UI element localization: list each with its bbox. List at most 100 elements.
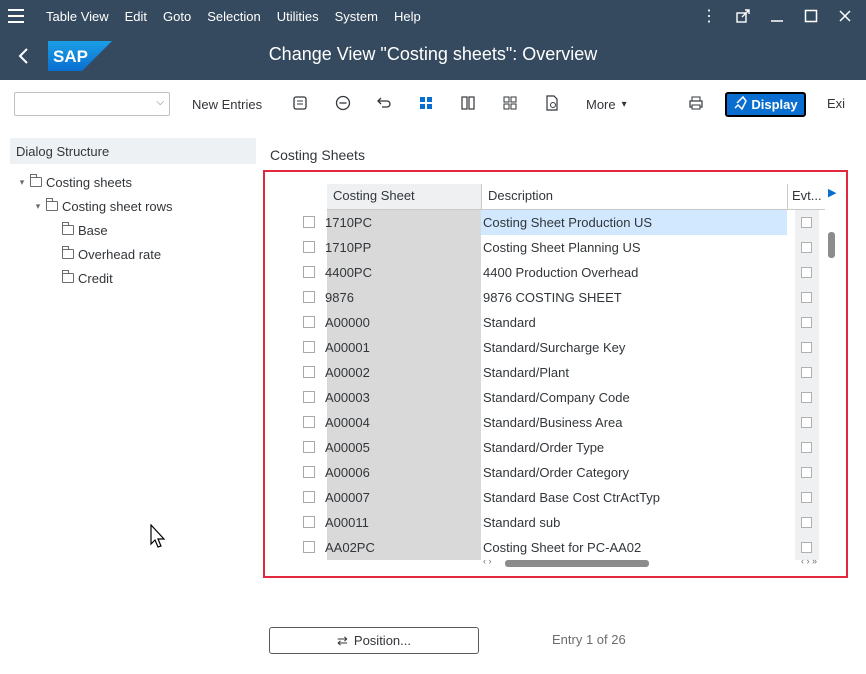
cell-costing-sheet[interactable]: A00007	[325, 485, 370, 510]
cell-description[interactable]: Standard/Order Type	[481, 435, 787, 460]
delete-icon[interactable]	[333, 94, 353, 114]
back-icon[interactable]	[12, 44, 36, 68]
table-row[interactable]: A00007 Standard Base Cost CtrActTyp	[265, 485, 825, 510]
row-select-checkbox[interactable]	[303, 466, 315, 478]
undo-icon[interactable]	[374, 94, 394, 114]
row-select-checkbox[interactable]	[303, 516, 315, 528]
cell-costing-sheet[interactable]: A00002	[325, 360, 370, 385]
column-header-evt[interactable]: Evt...	[787, 184, 825, 210]
cell-costing-sheet[interactable]: 1710PC	[325, 210, 372, 235]
scroll-left-icon[interactable]: ‹ ›	[483, 556, 492, 566]
cell-evt-checkbox[interactable]	[801, 417, 812, 428]
cell-description[interactable]: Standard/Plant	[481, 360, 787, 385]
cell-evt-checkbox[interactable]	[801, 217, 812, 228]
row-select-checkbox[interactable]	[303, 416, 315, 428]
table-row[interactable]: A00003 Standard/Company Code	[265, 385, 825, 410]
row-select-checkbox[interactable]	[303, 366, 315, 378]
cell-evt-checkbox[interactable]	[801, 542, 812, 553]
cell-costing-sheet[interactable]: 1710PP	[325, 235, 371, 260]
cell-costing-sheet[interactable]: A00003	[325, 385, 370, 410]
cell-evt-checkbox[interactable]	[801, 392, 812, 403]
table-row[interactable]: 4400PC 4400 Production Overhead	[265, 260, 825, 285]
scrollbar-thumb[interactable]	[505, 560, 649, 567]
tree-item-base[interactable]: Base	[10, 218, 256, 242]
cell-costing-sheet[interactable]: A00011	[325, 510, 369, 535]
scrollbar-thumb[interactable]	[828, 232, 835, 258]
maximize-icon[interactable]	[794, 0, 828, 32]
row-select-checkbox[interactable]	[303, 241, 315, 253]
close-icon[interactable]	[828, 0, 862, 32]
cell-description[interactable]: Standard sub	[481, 510, 787, 535]
minimize-icon[interactable]	[760, 0, 794, 32]
table-row[interactable]: 1710PC Costing Sheet Production US	[265, 210, 825, 235]
cell-evt-checkbox[interactable]	[801, 242, 812, 253]
cell-description[interactable]: Standard/Business Area	[481, 410, 787, 435]
cell-costing-sheet[interactable]: 9876	[325, 285, 354, 310]
column-header-costing-sheet[interactable]: Costing Sheet	[327, 184, 481, 210]
table-row[interactable]: A00004 Standard/Business Area	[265, 410, 825, 435]
tree-item-costing-sheets[interactable]: ▾ Costing sheets	[10, 170, 256, 194]
position-button[interactable]: ⇄ Position...	[269, 627, 479, 654]
table-row[interactable]: A00002 Standard/Plant	[265, 360, 825, 385]
menu-help[interactable]: Help	[394, 9, 421, 24]
cell-description[interactable]: Costing Sheet for PC-AA02	[481, 535, 787, 560]
chevron-down-icon[interactable]: ⌵	[156, 97, 164, 108]
cell-evt-checkbox[interactable]	[801, 517, 812, 528]
select-block-icon[interactable]	[458, 94, 478, 114]
exit-button[interactable]: Exi	[827, 92, 845, 116]
tree-item-overhead-rate[interactable]: Overhead rate	[10, 242, 256, 266]
cell-costing-sheet[interactable]: 4400PC	[325, 260, 372, 285]
table-row[interactable]: A00011 Standard sub	[265, 510, 825, 535]
horizontal-scrollbar[interactable]: ‹ ›	[481, 556, 655, 568]
table-row[interactable]: A00006 Standard/Order Category	[265, 460, 825, 485]
menu-selection[interactable]: Selection	[207, 9, 260, 24]
tree-item-credit[interactable]: Credit	[10, 266, 256, 290]
expand-icon[interactable]: ▾	[32, 201, 44, 212]
menu-table-view[interactable]: Table View	[46, 9, 109, 24]
print-preview-icon[interactable]	[542, 94, 562, 114]
row-select-checkbox[interactable]	[303, 341, 315, 353]
expand-icon[interactable]: ▾	[16, 177, 28, 188]
menu-utilities[interactable]: Utilities	[277, 9, 319, 24]
row-select-checkbox[interactable]	[303, 441, 315, 453]
menu-goto[interactable]: Goto	[163, 9, 191, 24]
cell-costing-sheet[interactable]: A00004	[325, 410, 370, 435]
column-header-description[interactable]: Description	[481, 184, 787, 210]
cell-evt-checkbox[interactable]	[801, 367, 812, 378]
row-select-checkbox[interactable]	[303, 291, 315, 303]
personalize-icon[interactable]	[726, 0, 760, 32]
cell-evt-checkbox[interactable]	[801, 467, 812, 478]
cell-evt-checkbox[interactable]	[801, 267, 812, 278]
cell-evt-checkbox[interactable]	[801, 292, 812, 303]
command-field[interactable]: ⌵	[14, 92, 170, 116]
row-select-checkbox[interactable]	[303, 391, 315, 403]
table-row[interactable]: 1710PP Costing Sheet Planning US	[265, 235, 825, 260]
cell-costing-sheet[interactable]: A00001	[325, 335, 370, 360]
cell-costing-sheet[interactable]: AA02PC	[325, 535, 375, 560]
cell-evt-checkbox[interactable]	[801, 492, 812, 503]
table-row[interactable]: 9876 9876 COSTING SHEET	[265, 285, 825, 310]
column-nav-right-icon[interactable]: ▶	[828, 186, 838, 200]
menu-system[interactable]: System	[335, 9, 378, 24]
more-options-icon[interactable]: ⋮	[692, 0, 726, 32]
cell-description[interactable]: 9876 COSTING SHEET	[481, 285, 787, 310]
row-select-checkbox[interactable]	[303, 491, 315, 503]
cell-description[interactable]: Costing Sheet Planning US	[481, 235, 787, 260]
table-row[interactable]: AA02PC Costing Sheet for PC-AA02	[265, 535, 825, 560]
more-button[interactable]: More ▾	[586, 92, 627, 116]
tree-item-costing-sheet-rows[interactable]: ▾ Costing sheet rows	[10, 194, 256, 218]
cell-description[interactable]: Standard Base Cost CtrActTyp	[481, 485, 787, 510]
cell-evt-checkbox[interactable]	[801, 317, 812, 328]
row-select-checkbox[interactable]	[303, 216, 315, 228]
table-row[interactable]: A00005 Standard/Order Type	[265, 435, 825, 460]
cell-costing-sheet[interactable]: A00006	[325, 460, 370, 485]
row-select-checkbox[interactable]	[303, 316, 315, 328]
cell-costing-sheet[interactable]: A00005	[325, 435, 370, 460]
cell-description[interactable]: Standard/Surcharge Key	[481, 335, 787, 360]
deselect-all-icon[interactable]	[500, 94, 520, 114]
cell-description[interactable]: Standard/Company Code	[481, 385, 787, 410]
cell-description[interactable]: Standard/Order Category	[481, 460, 787, 485]
cell-description[interactable]: 4400 Production Overhead	[481, 260, 787, 285]
row-select-checkbox[interactable]	[303, 541, 315, 553]
cell-description[interactable]: Standard	[481, 310, 787, 335]
